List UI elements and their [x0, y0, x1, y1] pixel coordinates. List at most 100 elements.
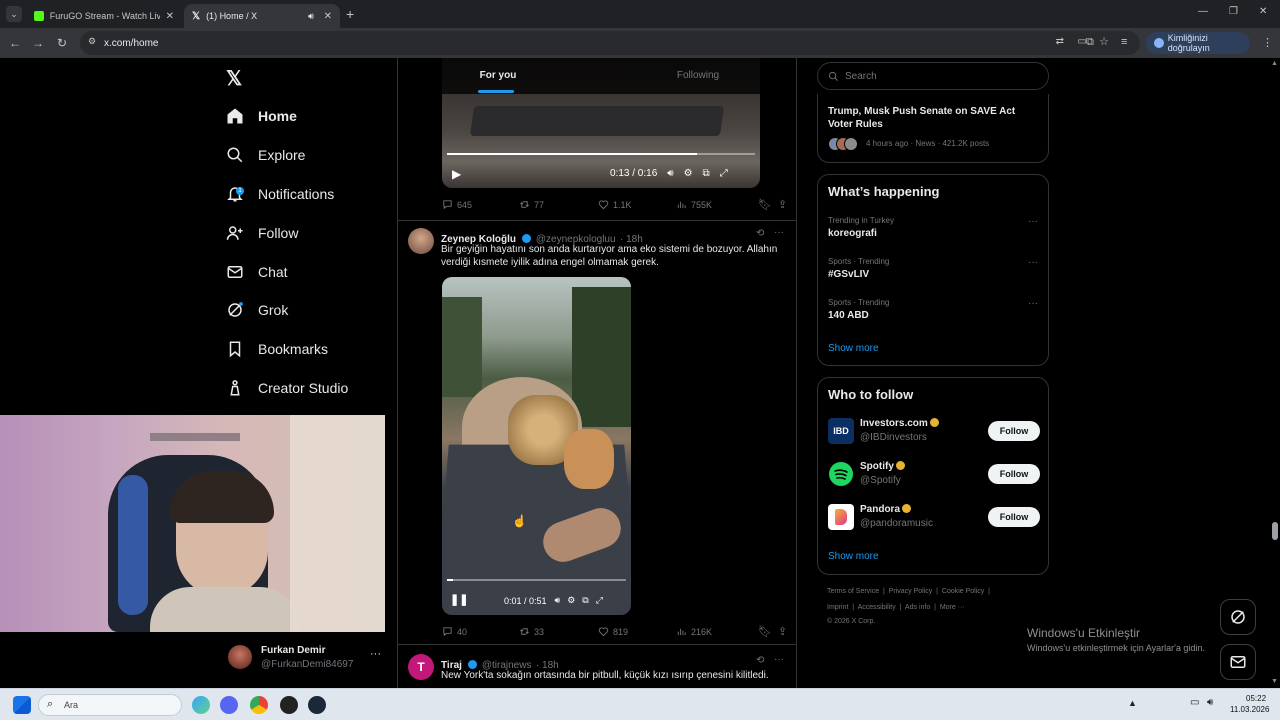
reply-button[interactable]: 645 — [442, 199, 519, 210]
nav-bookmarks[interactable]: Bookmarks — [226, 335, 328, 363]
browser-tab-furugo[interactable]: FuruGO Stream - Watch Live or... ✕ — [26, 4, 182, 28]
footer-links-line1[interactable]: Terms of Service | Privacy Policy | Cook… — [827, 588, 990, 595]
browser-menu-icon[interactable]: ⋮ — [1262, 36, 1273, 49]
close-window-button[interactable]: ✕ — [1259, 6, 1267, 17]
tray-chevron-icon[interactable]: ▲ — [1128, 698, 1137, 708]
translate-icon[interactable]: ⇄ — [1056, 36, 1064, 47]
grok-floating-button[interactable] — [1220, 599, 1256, 635]
address-bar[interactable]: ⚙ x.com/home ⇄ ▭ ☆ — [80, 31, 1140, 55]
network-icon[interactable]: ▭ — [1190, 697, 1199, 708]
news-card[interactable]: Trump, Musk Push Senate on SAVE Act Vote… — [817, 94, 1049, 163]
views-button[interactable]: 755K — [676, 199, 758, 210]
grok-explain-icon[interactable]: ⟲ — [756, 655, 764, 666]
video-progress-track[interactable] — [447, 579, 626, 581]
search-input[interactable]: Search — [817, 62, 1049, 90]
minimize-button[interactable]: — — [1198, 6, 1208, 17]
share-icon[interactable]: ⇪ — [778, 625, 787, 638]
suggestion-name-row[interactable]: Pandora — [860, 504, 912, 515]
trend-name[interactable]: #GSvLIV — [828, 269, 869, 280]
volume-icon[interactable]: 🔊︎ — [667, 168, 673, 179]
chrome-icon[interactable] — [250, 696, 268, 714]
footer-links-line2[interactable]: Imprint | Accessibility | Ads info | Mor… — [827, 604, 965, 611]
nav-creator-studio[interactable]: Creator Studio — [226, 374, 348, 402]
speaker-icon[interactable]: 🔊︎ — [308, 11, 314, 22]
follow-button[interactable]: Follow — [988, 464, 1040, 484]
nav-follow[interactable]: Follow — [226, 219, 298, 247]
widgets-icon[interactable] — [192, 696, 210, 714]
news-title[interactable]: Trump, Musk Push Senate on SAVE Act Vote… — [828, 105, 1038, 131]
pandora-avatar[interactable] — [828, 504, 854, 530]
nav-home[interactable]: Home — [226, 102, 297, 130]
page-scrollbar[interactable]: ▲ ▼ — [1270, 58, 1280, 688]
taskbar-search[interactable]: ⌕ Ara — [38, 694, 182, 716]
reply-button[interactable]: 40 — [442, 626, 519, 637]
account-more-icon[interactable]: ··· — [370, 648, 381, 660]
nav-explore[interactable]: Explore — [226, 141, 305, 169]
pip-icon[interactable]: ⧉ — [703, 168, 710, 179]
volume-icon[interactable]: 🔊︎ — [555, 595, 561, 606]
new-tab-button[interactable]: + — [346, 6, 354, 22]
nav-notifications[interactable]: 1 Notifications — [226, 180, 334, 208]
scrollbar-thumb[interactable] — [1272, 522, 1278, 540]
trend-name[interactable]: koreografi — [828, 228, 877, 239]
back-button[interactable]: ← — [6, 34, 24, 52]
pip-icon[interactable]: ⧉ — [582, 595, 588, 606]
extensions-icon[interactable]: ⧉ — [1086, 36, 1094, 49]
scroll-up-icon[interactable]: ▲ — [1271, 60, 1278, 67]
reading-list-icon[interactable]: ≡ — [1121, 36, 1127, 48]
investors-avatar[interactable]: IBD — [828, 418, 854, 444]
site-info-icon[interactable]: ⚙ — [88, 36, 96, 47]
like-button[interactable]: 1.1K — [598, 199, 676, 210]
suggestion-name-row[interactable]: Spotify — [860, 461, 905, 472]
close-tab-icon[interactable]: ✕ — [324, 11, 332, 22]
settings-icon[interactable]: ⚙ — [567, 595, 575, 606]
video-play-icon[interactable]: ▶ — [452, 167, 461, 181]
like-button[interactable]: 819 — [598, 626, 676, 637]
settings-icon[interactable]: ⚙ — [684, 168, 693, 179]
video-pause-icon[interactable]: ❚❚ — [450, 593, 468, 606]
app-icon[interactable] — [280, 696, 298, 714]
show-more-link[interactable]: Show more — [828, 343, 879, 354]
tweet-avatar[interactable]: T — [408, 654, 434, 680]
verify-identity-button[interactable]: Kimliğinizi doğrulayın — [1146, 32, 1250, 54]
follow-button[interactable]: Follow — [988, 421, 1040, 441]
nav-grok[interactable]: Grok — [226, 296, 288, 324]
tab-search-button[interactable]: ⌄ — [6, 6, 22, 22]
bookmark-star-icon[interactable]: ☆ — [1099, 35, 1109, 48]
follow-suggestion[interactable]: IBD Investors.com @IBDinvestors Follow — [828, 416, 1040, 446]
volume-icon[interactable]: 🔊︎ — [1207, 697, 1213, 708]
windows-start-icon[interactable] — [13, 696, 31, 714]
close-tab-icon[interactable]: ✕ — [166, 11, 174, 22]
trend-name[interactable]: 140 ABD — [828, 310, 869, 321]
share-icon[interactable]: ⇪ — [778, 198, 787, 211]
repost-button[interactable]: 77 — [519, 199, 598, 210]
clock-date[interactable]: 11.03.2026 — [1230, 705, 1269, 714]
account-avatar[interactable] — [228, 645, 252, 669]
scroll-down-icon[interactable]: ▼ — [1271, 678, 1278, 685]
trend-more-icon[interactable]: ··· — [1028, 257, 1038, 268]
follow-suggestion[interactable]: Spotify @Spotify Follow — [828, 459, 1040, 489]
views-button[interactable]: 216K — [676, 626, 758, 637]
trend-more-icon[interactable]: ··· — [1028, 216, 1038, 227]
maximize-button[interactable]: ❐ — [1229, 6, 1238, 17]
steam-icon[interactable] — [308, 696, 326, 714]
fullscreen-icon[interactable]: ⤢ — [720, 168, 728, 179]
tweet-more-icon[interactable]: ··· — [774, 227, 784, 238]
messages-floating-button[interactable] — [1220, 644, 1256, 680]
trend-more-icon[interactable]: ··· — [1028, 298, 1038, 309]
bookmark-icon[interactable]: 🔖︎ — [758, 198, 778, 211]
spotify-avatar[interactable] — [828, 461, 854, 487]
suggestion-name-row[interactable]: Investors.com — [860, 418, 939, 429]
fullscreen-icon[interactable]: ⤢ — [596, 595, 603, 606]
nav-chat[interactable]: Chat — [226, 258, 288, 286]
forward-button[interactable]: → — [29, 34, 47, 52]
tweet-avatar[interactable] — [408, 228, 434, 254]
browser-tab-x-home[interactable]: 𝕏 (1) Home / X 🔊︎ ✕ — [184, 4, 340, 28]
tweet-more-icon[interactable]: ··· — [774, 654, 784, 665]
video-player-2[interactable]: ❚❚ 0:01 / 0:51 🔊︎ ⚙ ⧉ ⤢ — [442, 277, 631, 615]
grok-explain-icon[interactable]: ⟲ — [756, 228, 764, 239]
follow-suggestion[interactable]: Pandora @pandoramusic Follow — [828, 502, 1040, 532]
follow-button[interactable]: Follow — [988, 507, 1040, 527]
bookmark-icon[interactable]: 🔖︎ — [758, 625, 778, 638]
account-name[interactable]: Furkan Demir — [261, 645, 325, 656]
